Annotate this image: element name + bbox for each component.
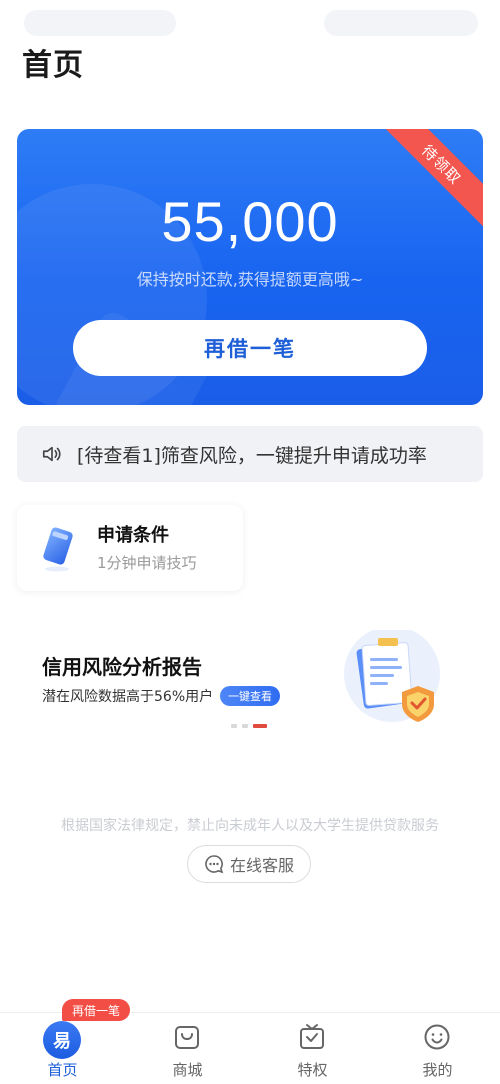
carousel-dot-active (253, 724, 267, 728)
notice-text: [待查看1]筛查风险，一键提升申请成功率 (77, 444, 427, 467)
online-service-label: 在线客服 (229, 856, 294, 875)
tab-label: 我的 (422, 1061, 453, 1079)
online-service-button[interactable]: 在线客服 (187, 845, 311, 883)
carousel-dot (231, 724, 237, 728)
card-icon (43, 527, 73, 572)
credit-amount: 55,000 (161, 190, 339, 253)
privilege-icon (300, 1024, 324, 1049)
tab-label: 商城 (172, 1061, 203, 1079)
shop-bag-icon (175, 1026, 199, 1049)
chat-icon (205, 855, 224, 874)
status-bar-right (324, 10, 478, 36)
credit-limit-card: 待领取 55,000 保持按时还款,获得提额更高哦~ 再借一笔 (17, 129, 483, 405)
apply-conditions-card[interactable]: 申请条件 1分钟申请技巧 (17, 505, 243, 591)
banner-subtitle: 潜在风险数据高于56%用户 (42, 689, 214, 705)
tab-privilege[interactable]: 特权 (250, 1013, 375, 1084)
borrow-again-button[interactable]: 再借一笔 (73, 320, 427, 376)
tab-label: 特权 (297, 1061, 328, 1079)
banner-title: 信用风险分析报告 (42, 655, 202, 679)
profile-icon (424, 1024, 450, 1050)
carousel-indicator (231, 724, 267, 728)
tab-shop[interactable]: 商城 (125, 1013, 250, 1084)
carousel-dot (242, 724, 248, 728)
report-shield-icon (344, 630, 440, 722)
speaker-icon (42, 446, 61, 462)
status-bar-left (24, 10, 176, 36)
tab-label: 首页 (47, 1061, 78, 1079)
tab-profile[interactable]: 我的 (375, 1013, 500, 1084)
home-icon: 易 (43, 1021, 81, 1059)
legal-notice: 根据国家法律规定，禁止向未成年人以及大学生提供贷款服务 (61, 818, 439, 834)
view-report-button[interactable]: 一键查看 (220, 686, 280, 706)
borrow-again-badge: 再借一笔 (62, 999, 131, 1021)
notice-bar[interactable]: [待查看1]筛查风险，一键提升申请成功率 (17, 426, 483, 482)
conditions-subtitle: 1分钟申请技巧 (97, 554, 197, 572)
conditions-title: 申请条件 (97, 525, 169, 546)
page-title: 首页 (22, 48, 84, 83)
credit-subtitle: 保持按时还款,获得提额更高哦~ (136, 270, 364, 289)
bottom-tab-bar: 易 首页 商城 特权 我的 (0, 1012, 500, 1084)
tab-home[interactable]: 易 首页 (0, 1013, 125, 1084)
